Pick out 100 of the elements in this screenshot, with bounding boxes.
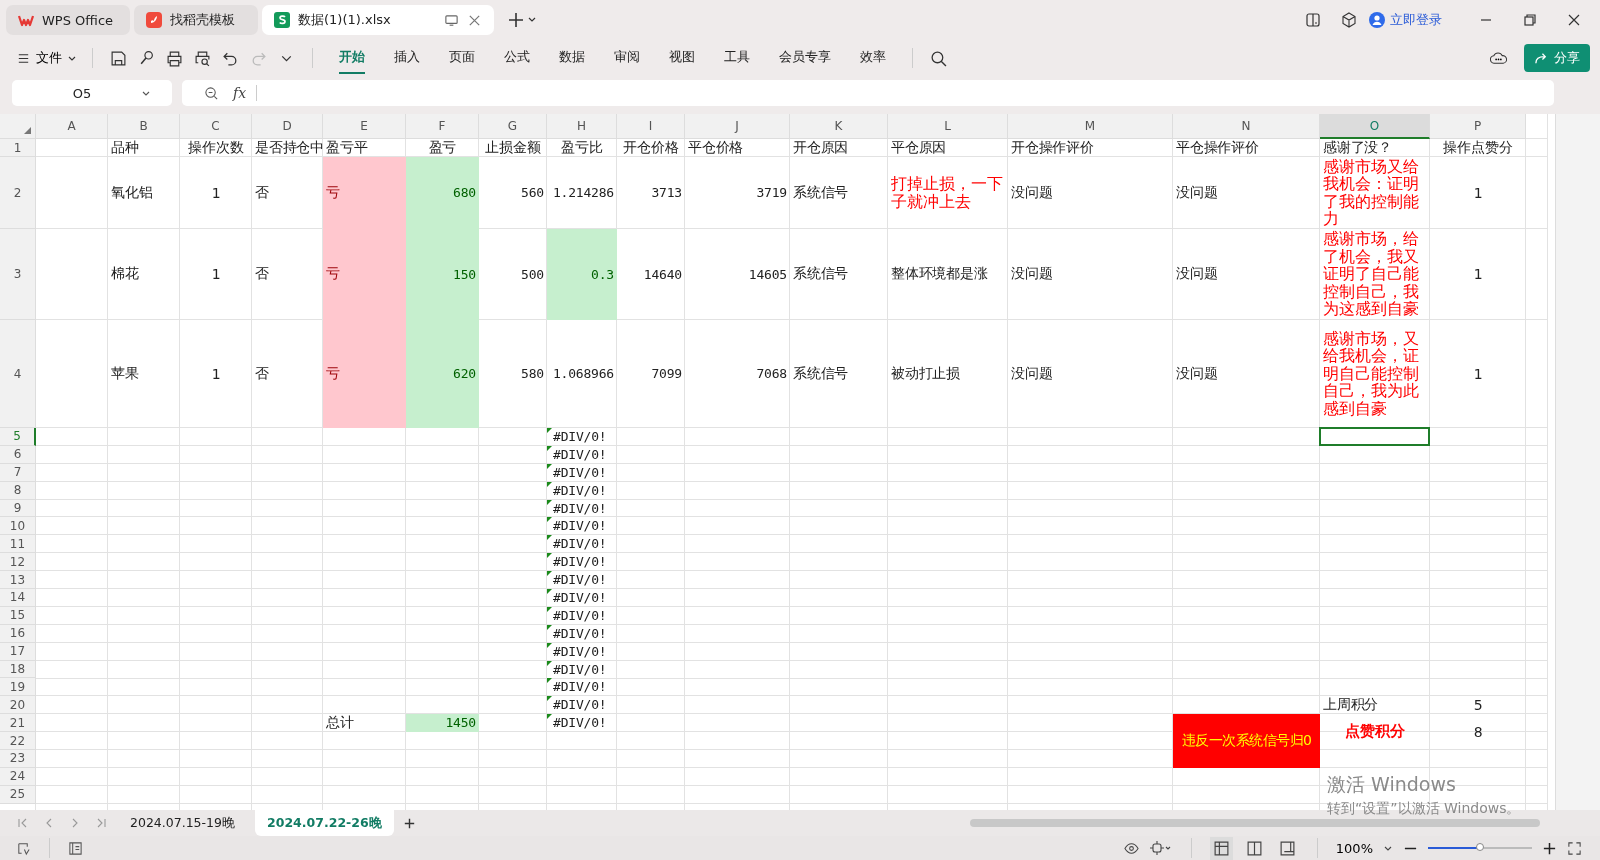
chat-bubble-icon[interactable]: [1490, 49, 1507, 67]
table-cell: 680: [406, 157, 479, 229]
table-cell-text: 操作点赞分: [1442, 139, 1514, 157]
macro-icon[interactable]: [16, 840, 31, 856]
tablet-icon[interactable]: [1305, 12, 1321, 28]
column-header[interactable]: H: [547, 114, 617, 139]
table-cell-text: 开仓原因: [792, 139, 850, 157]
login-button[interactable]: 立即登录: [1369, 11, 1442, 29]
table-cell-text: 1: [210, 364, 222, 384]
close-icon[interactable]: [1566, 12, 1582, 28]
column-header[interactable]: P: [1430, 114, 1526, 139]
file-menu-button[interactable]: 文件: [16, 49, 77, 67]
row-header[interactable]: 10: [0, 517, 36, 536]
print-icon[interactable]: [166, 49, 183, 67]
column-header[interactable]: K: [790, 114, 888, 139]
error-cell: #DIV/0!: [547, 642, 617, 661]
ribbon-tab[interactable]: 审阅: [614, 42, 640, 74]
row-header[interactable]: 11: [0, 535, 36, 554]
ribbon-tab[interactable]: 数据: [559, 42, 585, 74]
table-cell-text: 上周积分: [1322, 696, 1380, 714]
restore-icon[interactable]: [1522, 12, 1538, 28]
table-cell-text: 苹果: [110, 363, 140, 383]
table-cell-text: 否: [254, 363, 270, 383]
formula-field[interactable]: fx: [182, 80, 1554, 106]
table-cell-text: 平仓原因: [890, 139, 948, 157]
app-tab[interactable]: 数据(1)(1).xlsx: [262, 5, 494, 35]
row-header[interactable]: 14: [0, 589, 36, 607]
search-icon[interactable]: [930, 49, 947, 67]
row-header[interactable]: 22: [0, 732, 36, 751]
print-preview-icon[interactable]: [194, 49, 211, 67]
zoom-in-icon[interactable]: [1542, 840, 1557, 856]
note-cell-text: 感谢市场，又给我机会，证明自己能控制自己，我为此感到自豪: [1322, 327, 1420, 420]
column-header[interactable]: M: [1008, 114, 1173, 139]
table-cell-text: 整体环境都是涨: [890, 264, 989, 283]
row-header[interactable]: 19: [0, 678, 36, 697]
function-label[interactable]: fx: [233, 85, 258, 101]
app-tab[interactable]: WPS Office: [6, 5, 130, 35]
error-cell: #DIV/0!: [547, 624, 617, 643]
brush-icon[interactable]: [138, 49, 155, 67]
zoom-level-button[interactable]: 100%: [1335, 840, 1373, 856]
error-cell: #DIV/0!: [547, 678, 617, 697]
horizontal-scrollbar[interactable]: [970, 819, 1540, 827]
column-header[interactable]: I: [617, 114, 685, 139]
column-header[interactable]: N: [1173, 114, 1320, 139]
column-header[interactable]: L: [888, 114, 1008, 139]
ribbon-tab[interactable]: 开始: [339, 42, 365, 74]
fullscreen-icon[interactable]: [1567, 840, 1582, 856]
row-header[interactable]: 5: [0, 428, 36, 446]
column-header[interactable]: B: [108, 114, 180, 139]
column-header[interactable]: J: [685, 114, 790, 139]
warning-cell: 违反一次系统信号归0: [1173, 714, 1320, 768]
sheet-tab[interactable]: 2024.07.22-26晚: [255, 810, 394, 836]
column-header[interactable]: O: [1320, 114, 1430, 139]
column-header[interactable]: E: [323, 114, 406, 139]
ribbon-tab[interactable]: 工具: [724, 42, 750, 74]
table-cell-text: 系统信号: [792, 182, 850, 202]
name-box[interactable]: O5: [12, 80, 172, 106]
zoom-icon[interactable]: [204, 85, 219, 101]
row-header[interactable]: 13: [0, 571, 36, 589]
eye-icon[interactable]: [1123, 840, 1139, 856]
table-cell-text: 盈亏: [427, 139, 458, 157]
ribbon-tab[interactable]: 公式: [504, 42, 530, 74]
column-header[interactable]: C: [180, 114, 252, 139]
sheet-list-icon[interactable]: [68, 840, 83, 856]
ribbon-tab[interactable]: 效率: [860, 42, 886, 74]
zoom-slider-thumb[interactable]: [1476, 843, 1484, 851]
crosshair-icon[interactable]: [1148, 840, 1173, 856]
row-header[interactable]: 1: [0, 139, 36, 157]
row-header[interactable]: 4: [0, 320, 36, 428]
column-header[interactable]: G: [479, 114, 547, 139]
normal-view-icon[interactable]: [1209, 836, 1233, 860]
table-cell-text: 1: [1472, 364, 1484, 384]
table-cell-text: 开仓操作评价: [1010, 139, 1095, 157]
share-button[interactable]: 分享: [1524, 44, 1590, 72]
monitor-icon[interactable]: [444, 12, 459, 28]
app-tab[interactable]: 找稻壳模板: [134, 5, 258, 35]
save-icon[interactable]: [110, 49, 127, 67]
column-header[interactable]: D: [252, 114, 323, 139]
cube-icon[interactable]: [1341, 12, 1357, 28]
table-cell-text: 氧化铝: [110, 182, 154, 202]
ribbon-tab[interactable]: 页面: [449, 42, 475, 74]
table-cell-text: 14640: [642, 265, 683, 284]
ribbon-tab[interactable]: 会员专享: [779, 42, 831, 74]
column-header[interactable]: A: [36, 114, 108, 139]
ribbon-tab[interactable]: 视图: [669, 42, 695, 74]
row-header[interactable]: 3: [0, 229, 36, 320]
select-all-icon[interactable]: [22, 125, 32, 135]
row-header[interactable]: 23: [0, 750, 36, 768]
new-tab-icon[interactable]: [508, 12, 536, 28]
row-header[interactable]: 12: [0, 553, 36, 572]
table-cell-text: 品种: [110, 139, 140, 157]
row-header[interactable]: 2: [0, 157, 36, 229]
column-header[interactable]: F: [406, 114, 479, 139]
row-header[interactable]: 21: [0, 714, 36, 733]
row-header[interactable]: 20: [0, 696, 36, 715]
table-cell-text: 否: [254, 182, 270, 202]
table-cell-text: 1: [210, 183, 222, 203]
ribbon-tab[interactable]: 插入: [394, 42, 420, 74]
sheet-tab[interactable]: 2024.07.15-19晚: [118, 810, 247, 836]
error-cell: #DIV/0!: [547, 481, 617, 500]
